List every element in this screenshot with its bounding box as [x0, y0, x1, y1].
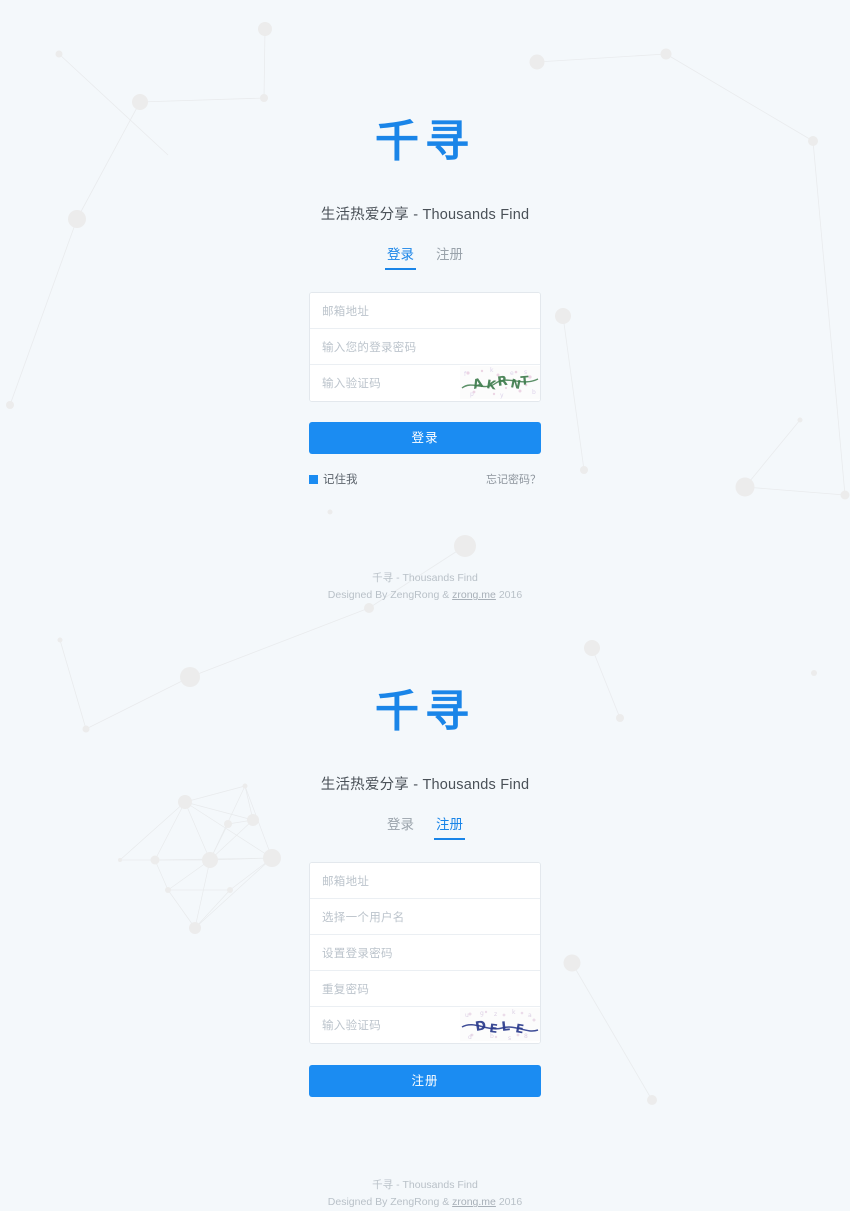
login-captcha-placeholder: 输入验证码 — [322, 378, 381, 391]
brand-logo-register: 千寻 — [375, 686, 475, 738]
register-captcha-field[interactable]: 输入验证码 u g z k a d b s 8 D E L E — [310, 1007, 540, 1044]
register-password-placeholder: 设置登录密码 — [322, 947, 393, 960]
svg-text:8: 8 — [524, 1033, 528, 1040]
register-submit-button[interactable]: 注册 — [309, 1065, 541, 1098]
svg-text:p: p — [470, 391, 474, 398]
login-email-placeholder: 邮箱地址 — [322, 305, 370, 318]
svg-text:R: R — [497, 374, 509, 390]
login-captcha-field[interactable]: 输入验证码 fk es p y b A K R N T — [310, 365, 540, 402]
footer-line-1: 千寻 - Thousands Find — [372, 572, 478, 585]
svg-text:b: b — [532, 389, 536, 396]
register-username-placeholder: 选择一个用户名 — [322, 911, 405, 924]
page-root: 千寻 生活热爱分享 - Thousands Find 登录 注册 邮箱地址 输入… — [0, 0, 850, 1211]
svg-text:E: E — [489, 1021, 499, 1036]
login-section: 千寻 生活热爱分享 - Thousands Find 登录 注册 邮箱地址 输入… — [0, 0, 850, 604]
register-section: 千寻 生活热爱分享 - Thousands Find 登录 注册 邮箱地址 选择… — [0, 604, 850, 1211]
remember-me-control[interactable]: 记住我 — [309, 471, 358, 487]
footer-line-2-register: Designed By ZengRong & zrong.me 2016 — [0, 1194, 850, 1211]
brand-tagline: 生活热爱分享 - Thousands Find — [320, 207, 530, 223]
remember-me-label: 记住我 — [323, 474, 358, 487]
remember-me-checkbox[interactable] — [309, 474, 318, 484]
svg-text:z: z — [494, 1011, 497, 1018]
login-password-placeholder: 输入您的登录密码 — [322, 341, 417, 354]
tab-register[interactable]: 注册 — [434, 245, 465, 270]
login-email-field[interactable]: 邮箱地址 — [310, 293, 540, 330]
svg-text:a: a — [528, 1012, 532, 1019]
login-form: 邮箱地址 输入您的登录密码 输入验证码 f k e s p y b A K R … — [309, 292, 541, 403]
forgot-password-link[interactable]: 忘记密码？ — [486, 471, 541, 487]
svg-text:u: u — [465, 1012, 469, 1019]
login-password-field[interactable]: 输入您的登录密码 — [310, 329, 540, 366]
register-username-field[interactable]: 选择一个用户名 — [310, 899, 540, 936]
svg-text:L: L — [501, 1020, 511, 1036]
register-email-placeholder: 邮箱地址 — [322, 875, 370, 888]
tab-register-2[interactable]: 注册 — [434, 815, 465, 841]
login-captcha-image[interactable]: fk es py b A K R N T — [460, 366, 540, 400]
footer-login: 千寻 - Thousands Find Designed By ZengRong… — [0, 570, 850, 604]
register-password-field[interactable]: 设置登录密码 — [310, 935, 540, 972]
register-email-field[interactable]: 邮箱地址 — [310, 863, 540, 900]
register-password-repeat-field[interactable]: 重复密码 — [310, 971, 540, 1008]
auth-tabs-login: 登录 注册 — [0, 245, 850, 271]
footer-year: 2016 — [495, 589, 523, 602]
brand-tagline-register: 生活热爱分享 - Thousands Find — [320, 777, 530, 794]
svg-text:g: g — [480, 1010, 484, 1017]
svg-text:d: d — [468, 1034, 472, 1041]
svg-text:k: k — [512, 1009, 516, 1016]
footer-credit-prefix: Designed By ZengRong & — [327, 589, 453, 602]
footer-line-2: Designed By ZengRong & zrong.me 2016 — [0, 587, 850, 604]
footer-author-link-register[interactable]: zrong.me — [452, 1196, 496, 1208]
tab-login[interactable]: 登录 — [385, 245, 416, 271]
auth-tabs-register: 登录 注册 — [0, 815, 850, 841]
footer-credit-prefix-register: Designed By ZengRong & — [327, 1196, 453, 1209]
register-password-repeat-placeholder: 重复密码 — [322, 983, 370, 996]
register-form: 邮箱地址 选择一个用户名 设置登录密码 重复密码 输入验证码 u g z k a… — [309, 862, 541, 1045]
tab-login-2[interactable]: 登录 — [385, 815, 416, 840]
register-captcha-image[interactable]: ug zk ad bs 8 D E L E — [460, 1008, 540, 1042]
svg-text:k: k — [490, 367, 494, 374]
brand-logo: 千寻 — [375, 116, 475, 167]
footer-register: 千寻 - Thousands Find Designed By ZengRong… — [0, 1177, 850, 1211]
footer-year-register: 2016 — [495, 1196, 523, 1209]
footer-line-1-register: 千寻 - Thousands Find — [372, 1179, 478, 1192]
svg-text:y: y — [500, 392, 504, 399]
login-submit-button[interactable]: 登录 — [309, 422, 541, 455]
svg-text:s: s — [508, 1035, 511, 1041]
register-captcha-placeholder: 输入验证码 — [322, 1020, 381, 1033]
footer-author-link[interactable]: zrong.me — [452, 589, 496, 601]
login-options-row: 记住我 忘记密码？ — [309, 471, 541, 487]
